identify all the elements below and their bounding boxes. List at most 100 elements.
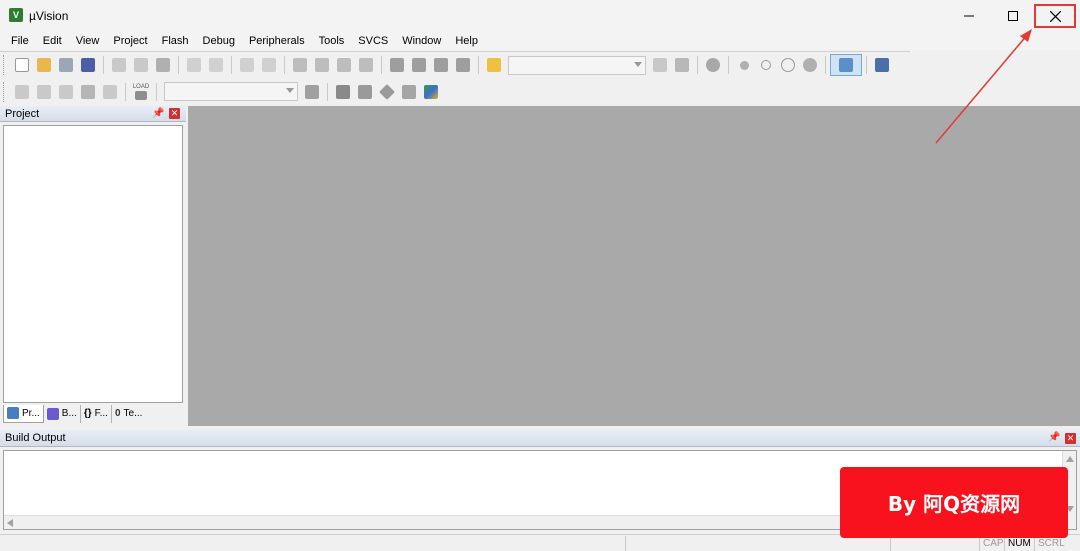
menu-project[interactable]: Project (106, 32, 154, 50)
select-packs-button[interactable] (354, 81, 376, 103)
copy-button[interactable] (130, 54, 152, 76)
manage-components-button[interactable] (332, 81, 354, 103)
menu-flash[interactable]: Flash (155, 32, 196, 50)
toolbar-separator (697, 56, 698, 74)
incremental-find-icon (675, 58, 689, 72)
pack-manager-icon (424, 84, 438, 99)
rebuild-icon (59, 84, 73, 99)
bookmark-next-button[interactable] (333, 54, 355, 76)
breakpoint-kill-all-button[interactable] (799, 54, 821, 76)
comment-button[interactable] (430, 54, 452, 76)
project-panel: Project 📌 ✕ Pr... B... {} F... 0 Te... (0, 106, 186, 426)
undo-button[interactable] (183, 54, 205, 76)
window-layout-button[interactable] (830, 54, 862, 76)
batch-build-button[interactable] (77, 81, 99, 103)
tab-project[interactable]: Pr... (3, 404, 44, 423)
menu-svcs[interactable]: SVCS (351, 32, 395, 50)
pack-installer-button[interactable] (376, 81, 398, 103)
translate-button[interactable] (11, 81, 33, 103)
project-panel-tabs: Pr... B... {} F... 0 Te... (3, 404, 183, 423)
find-icon (653, 58, 667, 72)
breakpoint-disable-all-button[interactable] (777, 54, 799, 76)
close-icon[interactable]: ✕ (169, 108, 180, 119)
event-recorder-button[interactable] (398, 81, 420, 103)
bookmark-button[interactable] (289, 54, 311, 76)
indent-button[interactable] (386, 54, 408, 76)
bookmark-prev-button[interactable] (311, 54, 333, 76)
menu-peripherals[interactable]: Peripherals (242, 32, 312, 50)
breakpoint-disable-button[interactable] (755, 54, 777, 76)
toolbar-separator (478, 56, 479, 74)
manage-components-icon (336, 84, 350, 99)
navigate-forward-icon (262, 58, 276, 72)
templates-tab-icon: 0 (114, 408, 121, 419)
tab-templates[interactable]: 0 Te... (112, 405, 145, 423)
navigate-back-button[interactable] (236, 54, 258, 76)
download-button[interactable]: LOAD (130, 81, 152, 103)
toolbar-separator (231, 56, 232, 74)
unindent-button[interactable] (408, 54, 430, 76)
find-combo[interactable] (508, 55, 646, 75)
bookmark-next-icon (337, 58, 351, 72)
window-title: µVision (29, 9, 69, 23)
configure-button[interactable] (871, 54, 893, 76)
rebuild-button[interactable] (55, 81, 77, 103)
indent-icon (390, 58, 404, 72)
save-all-button[interactable] (77, 54, 99, 76)
pack-manager-button[interactable] (420, 81, 442, 103)
close-button[interactable] (1034, 4, 1076, 28)
pin-icon[interactable]: 📌 (152, 108, 164, 119)
cut-button[interactable] (108, 54, 130, 76)
menu-window[interactable]: Window (395, 32, 448, 50)
comment-icon (434, 58, 448, 72)
paste-button[interactable] (152, 54, 174, 76)
download-label: LOAD (132, 83, 150, 90)
incremental-find-button[interactable] (671, 54, 693, 76)
find-button[interactable] (649, 54, 671, 76)
paste-icon (156, 58, 170, 72)
target-select[interactable] (164, 82, 298, 101)
navigate-forward-button[interactable] (258, 54, 280, 76)
new-file-button[interactable] (11, 54, 33, 76)
menu-file[interactable]: File (4, 32, 36, 50)
chevron-down-icon (286, 88, 294, 93)
redo-button[interactable] (205, 54, 227, 76)
books-tab-icon (46, 407, 59, 420)
stop-build-button[interactable] (99, 81, 121, 103)
editor-area[interactable] (188, 106, 1080, 426)
scroll-left-icon[interactable] (4, 516, 16, 530)
project-tree[interactable] (3, 125, 183, 403)
menu-view[interactable]: View (69, 32, 107, 50)
toolbar-separator (728, 56, 729, 74)
scroll-up-icon[interactable] (1063, 453, 1077, 465)
download-icon (135, 90, 147, 100)
menu-edit[interactable]: Edit (36, 32, 69, 50)
toolbar-grip[interactable] (3, 81, 7, 102)
debug-start-icon (706, 58, 720, 72)
tab-books[interactable]: B... (44, 404, 81, 423)
target-options-icon (305, 84, 319, 99)
debug-start-button[interactable] (702, 54, 724, 76)
toolbar-separator (103, 56, 104, 74)
tab-books-label: B... (61, 408, 77, 419)
bookmark-prev-icon (315, 58, 329, 72)
open-button[interactable] (33, 54, 55, 76)
stop-build-icon (103, 84, 117, 99)
menu-help[interactable]: Help (448, 32, 485, 50)
breakpoint-insert-button[interactable] (733, 54, 755, 76)
build-button[interactable] (33, 81, 55, 103)
tab-functions[interactable]: {} F... (81, 404, 112, 423)
menu-debug[interactable]: Debug (196, 32, 242, 50)
toolbar-grip[interactable] (3, 55, 7, 75)
menu-tools[interactable]: Tools (312, 32, 352, 50)
breakpoint-insert-icon (739, 60, 749, 70)
bookmark-clear-button[interactable] (355, 54, 377, 76)
build-output-title: Build Output (5, 432, 66, 444)
target-options-button[interactable] (301, 81, 323, 103)
uncomment-button[interactable] (452, 54, 474, 76)
open-folder-icon (37, 58, 51, 72)
pin-icon[interactable]: 📌 (1048, 432, 1060, 443)
find-in-files-button[interactable] (483, 54, 505, 76)
close-icon[interactable]: ✕ (1065, 433, 1076, 444)
save-button[interactable] (55, 54, 77, 76)
